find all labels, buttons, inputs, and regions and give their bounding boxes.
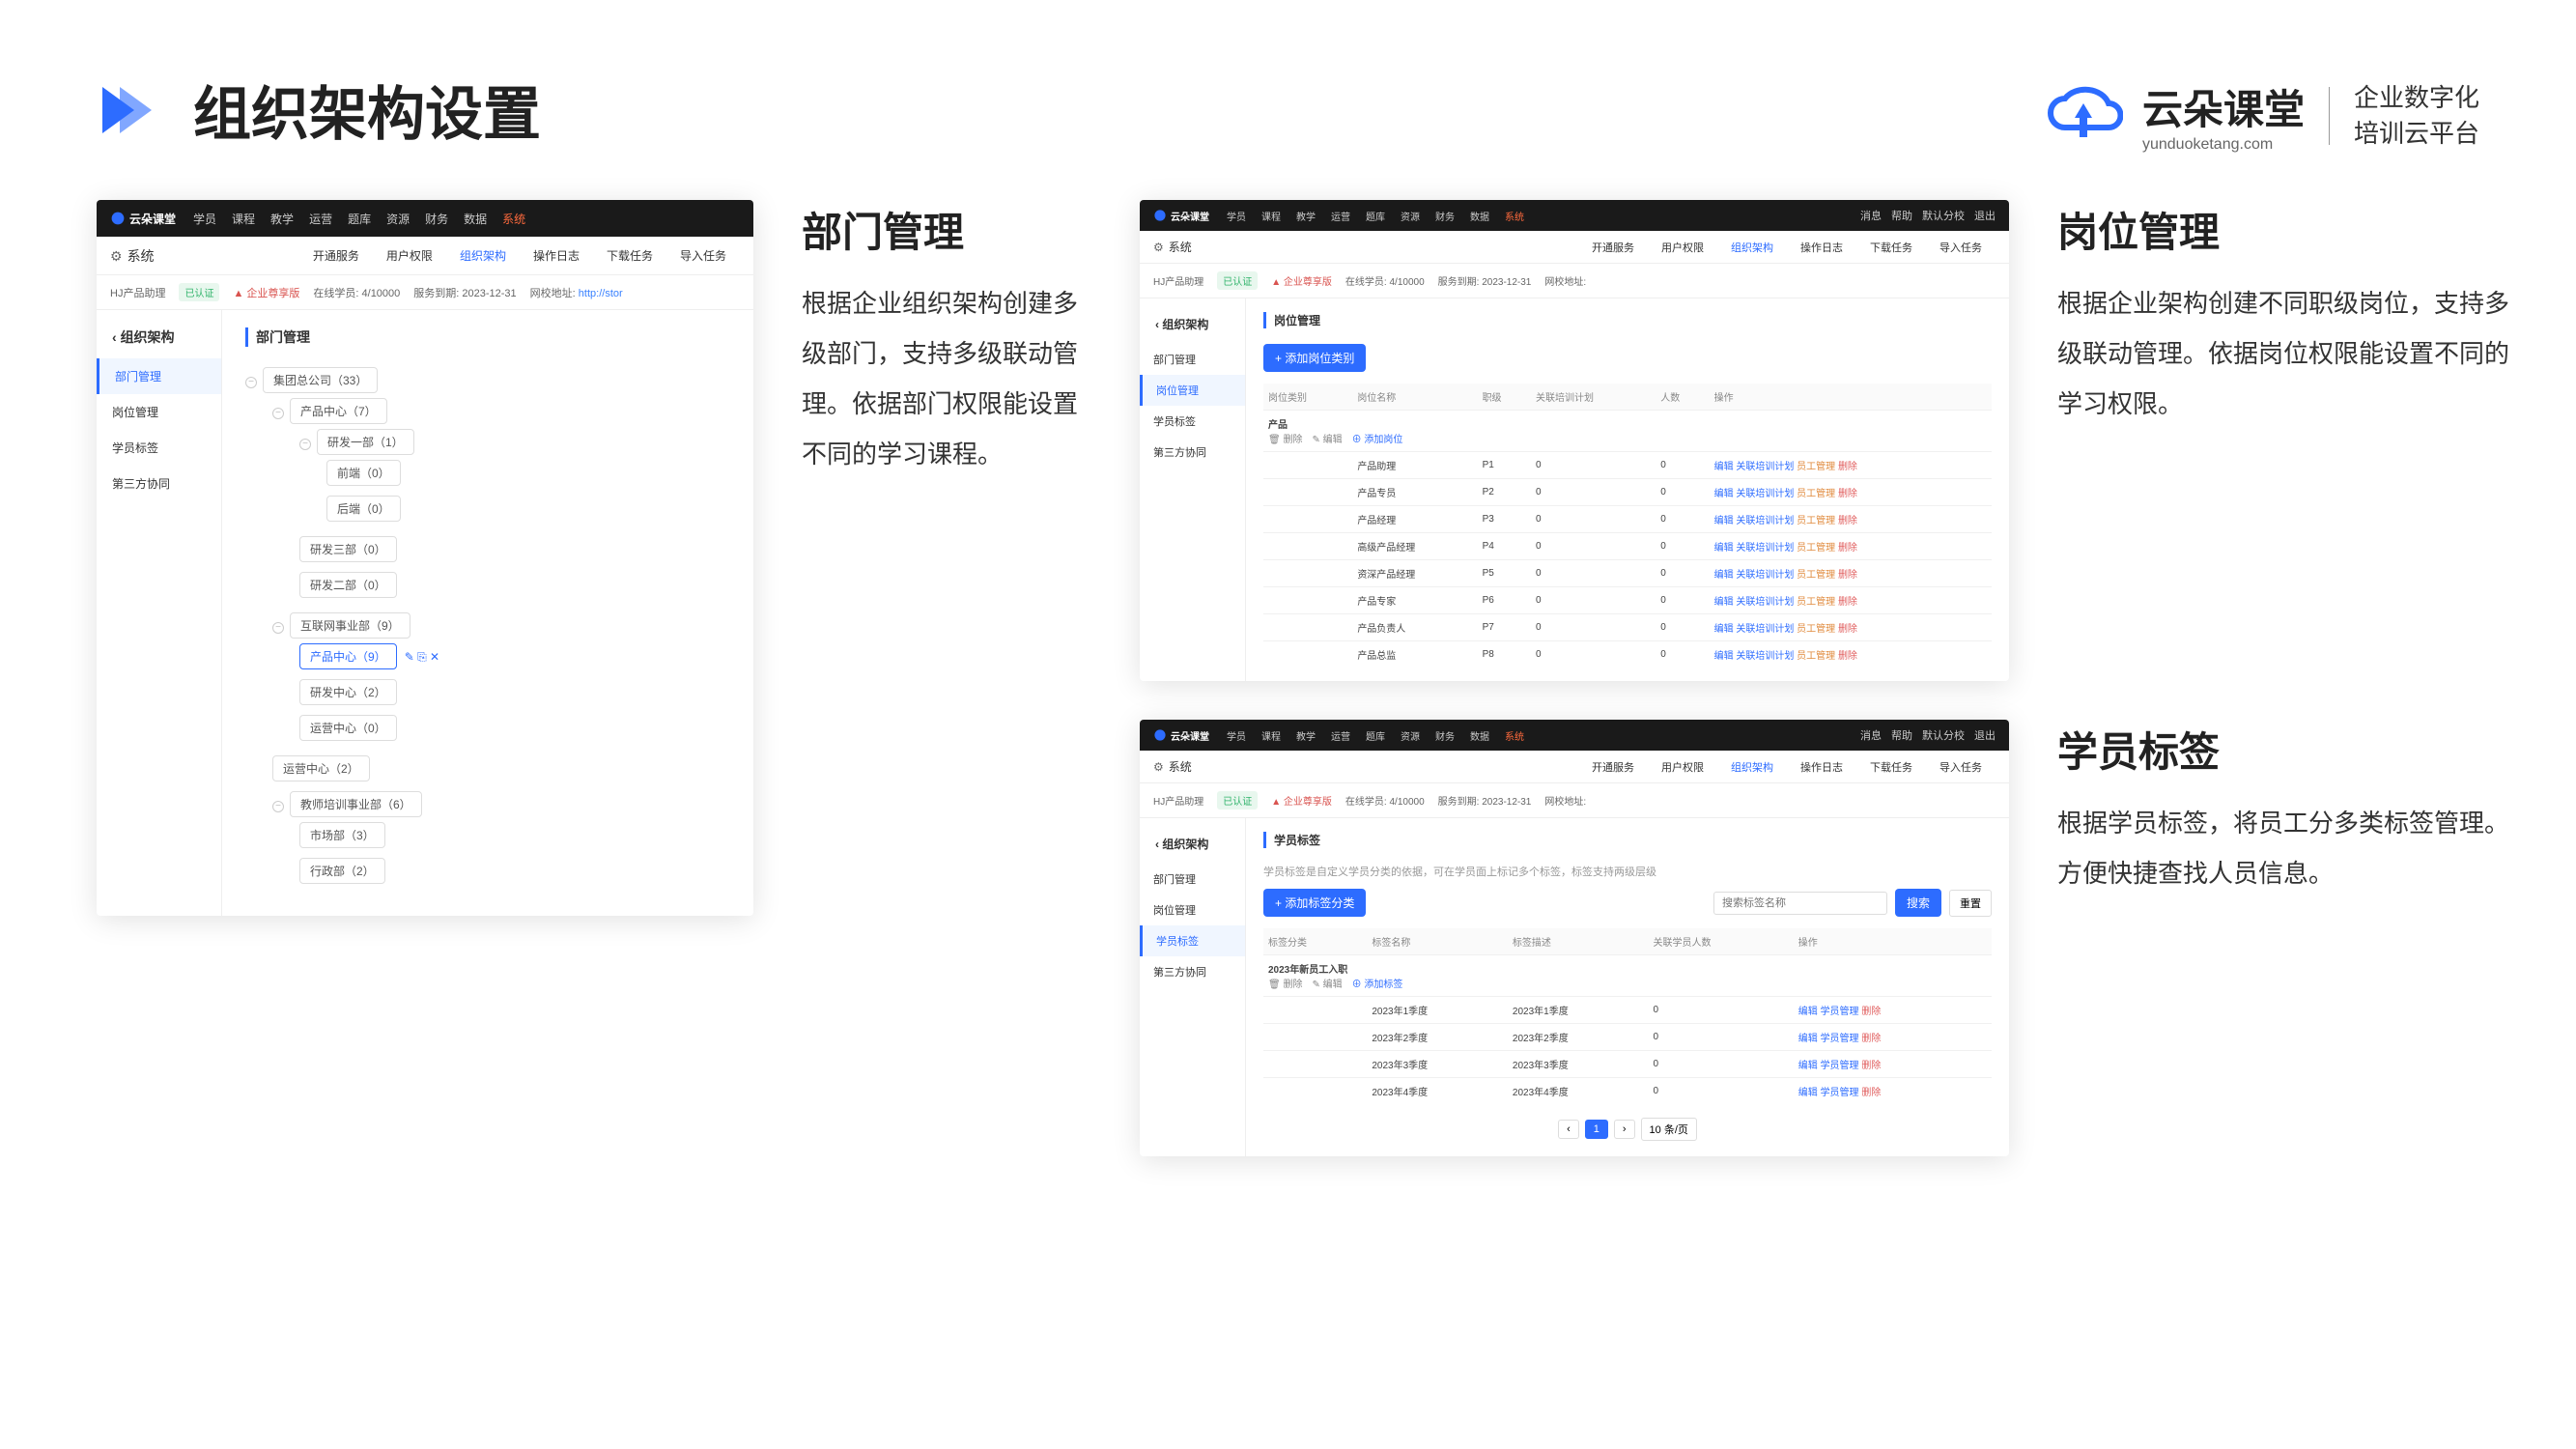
section-title: 部门管理: [245, 327, 730, 347]
sidebar-item-dept[interactable]: 部门管理: [97, 358, 221, 394]
brand-slogan: 企业数字化 培训云平台: [2354, 80, 2479, 151]
reset-button[interactable]: 重置: [1949, 890, 1992, 917]
leftnav-head[interactable]: 组织架构: [97, 327, 221, 358]
table-row: 产品经理P300编辑 关联培训计划 员工管理 删除: [1263, 506, 1992, 533]
add-post-category-button[interactable]: + 添加岗位类别: [1263, 344, 1366, 372]
pager-current[interactable]: 1: [1585, 1120, 1608, 1139]
pager-next[interactable]: ›: [1614, 1120, 1635, 1139]
sidebar-item-tag[interactable]: 学员标签: [97, 430, 221, 466]
brand-domain: yunduoketang.com: [2142, 136, 2305, 154]
table-row: 2023年2季度2023年2季度0编辑 学员管理 删除: [1263, 1024, 1992, 1051]
search-button[interactable]: 搜索: [1895, 889, 1941, 917]
table-row: 2023年3季度2023年3季度0编辑 学员管理 删除: [1263, 1051, 1992, 1078]
plan-label: ▲ 企业尊享版: [233, 285, 299, 300]
cloud-logo-icon: [2046, 79, 2123, 152]
table-row: 产品总监P800编辑 关联培训计划 员工管理 删除: [1263, 641, 1992, 668]
tag-table: 标签分类 标签名称 标签描述 关联学员人数 操作 2023年新员工入职🗑 删除 …: [1263, 928, 1992, 1104]
arrow-play-icon: [97, 81, 155, 139]
table-row: 产品专家P600编辑 关联培训计划 员工管理 删除: [1263, 587, 1992, 614]
tree-row-actions[interactable]: ✎ ⎘ ✕: [405, 650, 439, 665]
table-row: 高级产品经理P400编辑 关联培训计划 员工管理 删除: [1263, 533, 1992, 560]
sidebar-item-thirdparty[interactable]: 第三方协同: [97, 466, 221, 501]
desc-tag: 学员标签 根据学员标签，将员工分多类标签管理。方便快捷查找人员信息。: [2057, 720, 2521, 898]
brand-text: 云朵课堂 yunduoketang.com: [2142, 77, 2305, 154]
tree-node-selected[interactable]: 产品中心（9）: [299, 643, 397, 669]
gear-icon: 系统: [110, 246, 155, 266]
tree-node[interactable]: 集团总公司（33）: [263, 367, 378, 393]
screenshot-post-manage: 云朵课堂 学员 课程 教学 运营 题库 资源 财务 数据 系统 消息帮助默认分校…: [1140, 200, 2009, 681]
brand-block: 云朵课堂 yunduoketang.com 企业数字化 培训云平台: [2046, 77, 2479, 154]
page-title: 组织架构设置: [193, 68, 541, 152]
desc-post: 岗位管理 根据企业架构创建不同职级岗位，支持多级联动管理。依据岗位权限能设置不同…: [2057, 200, 2521, 429]
cert-badge: 已认证: [179, 283, 219, 301]
brand-name: 云朵课堂: [2142, 77, 2305, 136]
table-row: 产品专员P200编辑 关联培训计划 员工管理 删除: [1263, 479, 1992, 506]
add-tag-category-button[interactable]: + 添加标签分类: [1263, 889, 1366, 917]
hint-text: 学员标签是自定义学员分类的依据，可在学员面上标记多个标签，标签支持两级层级: [1263, 864, 1992, 879]
pager: ‹ 1 › 10 条/页: [1263, 1118, 1992, 1141]
leftnav: 组织架构 部门管理 岗位管理 学员标签 第三方协同: [97, 310, 222, 916]
topnav: 云朵课堂 学员 课程 教学 运营 题库 资源 财务 数据 系统: [97, 200, 753, 237]
pager-prev[interactable]: ‹: [1558, 1120, 1579, 1139]
post-table: 岗位类别 岗位名称 职级 关联培训计划 人数 操作 产品🗑 删除 ✎ 编辑 ⊕ …: [1263, 384, 1992, 668]
submenu: 系统 开通服务 用户权限 组织架构 操作日志 下载任务 导入任务: [97, 237, 753, 275]
table-row: 产品助理P100编辑 关联培训计划 员工管理 删除: [1263, 452, 1992, 479]
dept-tree: −集团总公司（33） −产品中心（7） −研发一部（1） 前端（0） 后端（0）: [245, 362, 730, 898]
table-row: 资深产品经理P500编辑 关联培训计划 员工管理 删除: [1263, 560, 1992, 587]
topnav-logo: 云朵课堂: [110, 211, 176, 227]
infobar: HJ产品助理 已认证 ▲ 企业尊享版 在线学员: 4/10000 服务到期: 2…: [97, 275, 753, 310]
search-input[interactable]: [1713, 892, 1887, 915]
screenshot-dept-manage: 云朵课堂 学员 课程 教学 运营 题库 资源 财务 数据 系统 系统 开通服务 …: [97, 200, 753, 916]
tree-toggle-icon[interactable]: −: [245, 377, 257, 388]
table-row: 产品负责人P700编辑 关联培训计划 员工管理 删除: [1263, 614, 1992, 641]
sidebar-item-post[interactable]: 岗位管理: [97, 394, 221, 430]
table-row: 2023年4季度2023年4季度0编辑 学员管理 删除: [1263, 1078, 1992, 1105]
screenshot-tag-manage: 云朵课堂 学员 课程 教学 运营 题库 资源 财务 数据 系统 消息帮助默认分校…: [1140, 720, 2009, 1156]
desc-dept: 部门管理 根据企业组织架构创建多级部门，支持多级联动管理。依据部门权限能设置不同…: [802, 200, 1091, 479]
brand-divider: [2329, 87, 2330, 145]
page-header: 组织架构设置 云朵课堂 yunduoketang.com 企业数字化 培训云平台: [0, 0, 2576, 200]
table-row: 2023年1季度2023年1季度0编辑 学员管理 删除: [1263, 997, 1992, 1024]
pager-size[interactable]: 10 条/页: [1641, 1118, 1697, 1141]
